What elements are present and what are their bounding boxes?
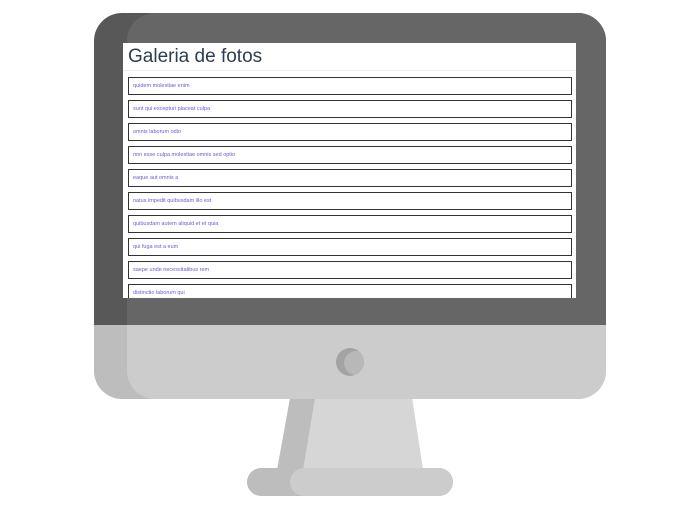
list-item[interactable]: quibusdam autem aliquid et et quia bbox=[128, 215, 572, 233]
album-list: quidem molestiae enim sunt qui excepturi… bbox=[128, 77, 572, 298]
album-link[interactable]: saepe unde necessitatibus rem bbox=[133, 267, 209, 273]
monitor-screen: Galeria de fotos quidem molestiae enim s… bbox=[123, 43, 576, 298]
list-item[interactable]: qui fuga est a eum bbox=[128, 238, 572, 256]
album-link[interactable]: non esse culpa molestiae omnis sed optio bbox=[133, 152, 235, 158]
list-item[interactable]: sunt qui excepturi placeat culpa bbox=[128, 100, 572, 118]
album-link[interactable]: qui fuga est a eum bbox=[133, 244, 178, 250]
list-item[interactable]: distinctio laborum qui bbox=[128, 284, 572, 298]
list-item[interactable]: quidem molestiae enim bbox=[128, 77, 572, 95]
album-link[interactable]: eaque aut omnis a bbox=[133, 175, 178, 181]
album-link[interactable]: sunt qui excepturi placeat culpa bbox=[133, 106, 210, 112]
list-item[interactable]: non esse culpa molestiae omnis sed optio bbox=[128, 146, 572, 164]
album-link[interactable]: distinctio laborum qui bbox=[133, 290, 185, 296]
desktop-monitor-illustration: Galeria de fotos quidem molestiae enim s… bbox=[0, 0, 700, 512]
title-divider bbox=[123, 70, 576, 71]
album-link[interactable]: quidem molestiae enim bbox=[133, 83, 190, 89]
list-item[interactable]: eaque aut omnis a bbox=[128, 169, 572, 187]
album-link[interactable]: quibusdam autem aliquid et et quia bbox=[133, 221, 218, 227]
album-link[interactable]: omnis laborum odio bbox=[133, 129, 181, 135]
list-item[interactable]: natus impedit quibusdam illo est bbox=[128, 192, 572, 210]
monitor-chin bbox=[127, 325, 606, 399]
page-title: Galeria de fotos bbox=[128, 46, 263, 67]
power-button-icon bbox=[336, 348, 364, 376]
list-item[interactable]: omnis laborum odio bbox=[128, 123, 572, 141]
list-item[interactable]: saepe unde necessitatibus rem bbox=[128, 261, 572, 279]
album-link[interactable]: natus impedit quibusdam illo est bbox=[133, 198, 211, 204]
